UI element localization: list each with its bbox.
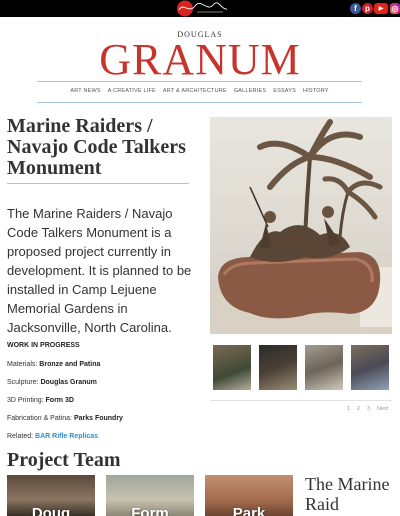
nav-item-galleries[interactable]: GALLERIES xyxy=(234,88,266,94)
team-card-label: Form xyxy=(131,505,169,516)
sculpture-illustration xyxy=(210,119,392,334)
nav-item-creative-life[interactable]: A CREATIVE LIFE xyxy=(108,88,156,94)
team-card-form[interactable]: Form xyxy=(106,475,194,516)
meta-label: Fabrication & Patina: xyxy=(7,415,74,422)
pager-page-3[interactable]: 3 xyxy=(367,406,370,412)
nav-item-essays[interactable]: ESSAYS xyxy=(273,88,296,94)
team-card-doug[interactable]: Doug xyxy=(7,475,95,516)
nav-item-art-architecture[interactable]: ART & ARCHITECTURE xyxy=(163,88,227,94)
title-divider xyxy=(7,183,189,184)
pager-page-1[interactable]: 1 xyxy=(347,406,350,412)
status-label: WORK IN PROGRESS xyxy=(7,342,80,349)
brand-last-name[interactable]: GRANUM xyxy=(0,38,400,82)
meta-label: Materials: xyxy=(7,361,40,368)
meta-label: Sculpture: xyxy=(7,379,41,386)
signature-logo[interactable] xyxy=(173,0,228,17)
facebook-icon[interactable]: f xyxy=(350,3,361,14)
nav-top-rule xyxy=(37,81,362,82)
meta-materials: Materials: Bronze and Patina xyxy=(7,361,100,368)
team-card-label: Park xyxy=(232,505,266,516)
meta-label: Related: xyxy=(7,433,36,440)
youtube-icon[interactable]: ▶ xyxy=(374,3,388,14)
meta-value: Form 3D xyxy=(45,397,74,404)
meta-value: Parks Foundry xyxy=(73,415,123,422)
thumbnail-1[interactable] xyxy=(213,345,251,390)
sculpture-photo[interactable] xyxy=(210,117,392,334)
team-card-label: Doug xyxy=(31,505,71,516)
nav-item-history[interactable]: HISTORY xyxy=(303,88,329,94)
related-article-title[interactable]: The Marine Raid xyxy=(305,474,400,514)
nav-bottom-rule xyxy=(37,102,362,103)
lead-paragraph: The Marine Raiders / Navajo Code Talkers… xyxy=(7,206,192,335)
nav-item-art-news[interactable]: ART NEWS xyxy=(70,88,100,94)
meta-related: Related: BAR Rifle Replicas xyxy=(7,433,98,440)
team-card-park[interactable]: Park xyxy=(205,475,293,516)
meta-value: Douglas Granum xyxy=(40,379,97,386)
thumbnail-strip xyxy=(213,345,389,390)
page-title: Marine Raiders / Navajo Code Talkers Mon… xyxy=(7,115,186,179)
thumbnail-3[interactable] xyxy=(305,345,343,390)
main-nav: ART NEWS A CREATIVE LIFE ART & ARCHITECT… xyxy=(37,88,362,94)
meta-value: Bronze and Patina xyxy=(39,361,101,368)
top-bar: f p ▶ ◎ xyxy=(0,0,400,17)
thumbnail-4[interactable] xyxy=(351,345,389,390)
pager-next[interactable]: Next xyxy=(377,406,388,412)
team-heading: Project Team xyxy=(7,449,121,471)
related-link[interactable]: BAR Rifle Replicas xyxy=(35,433,98,440)
meta-3d-printing: 3D Printing: Form 3D xyxy=(7,397,74,404)
meta-sculpture: Sculpture: Douglas Granum xyxy=(7,379,97,386)
meta-fabrication: Fabrication & Patina: Parks Foundry xyxy=(7,415,123,422)
thumbnail-2[interactable] xyxy=(259,345,297,390)
meta-label: 3D Printing: xyxy=(7,397,46,404)
pinterest-icon[interactable]: p xyxy=(362,3,373,14)
pager-page-2[interactable]: 2 xyxy=(357,406,360,412)
gallery-divider xyxy=(210,400,392,401)
instagram-icon[interactable]: ◎ xyxy=(390,3,400,14)
